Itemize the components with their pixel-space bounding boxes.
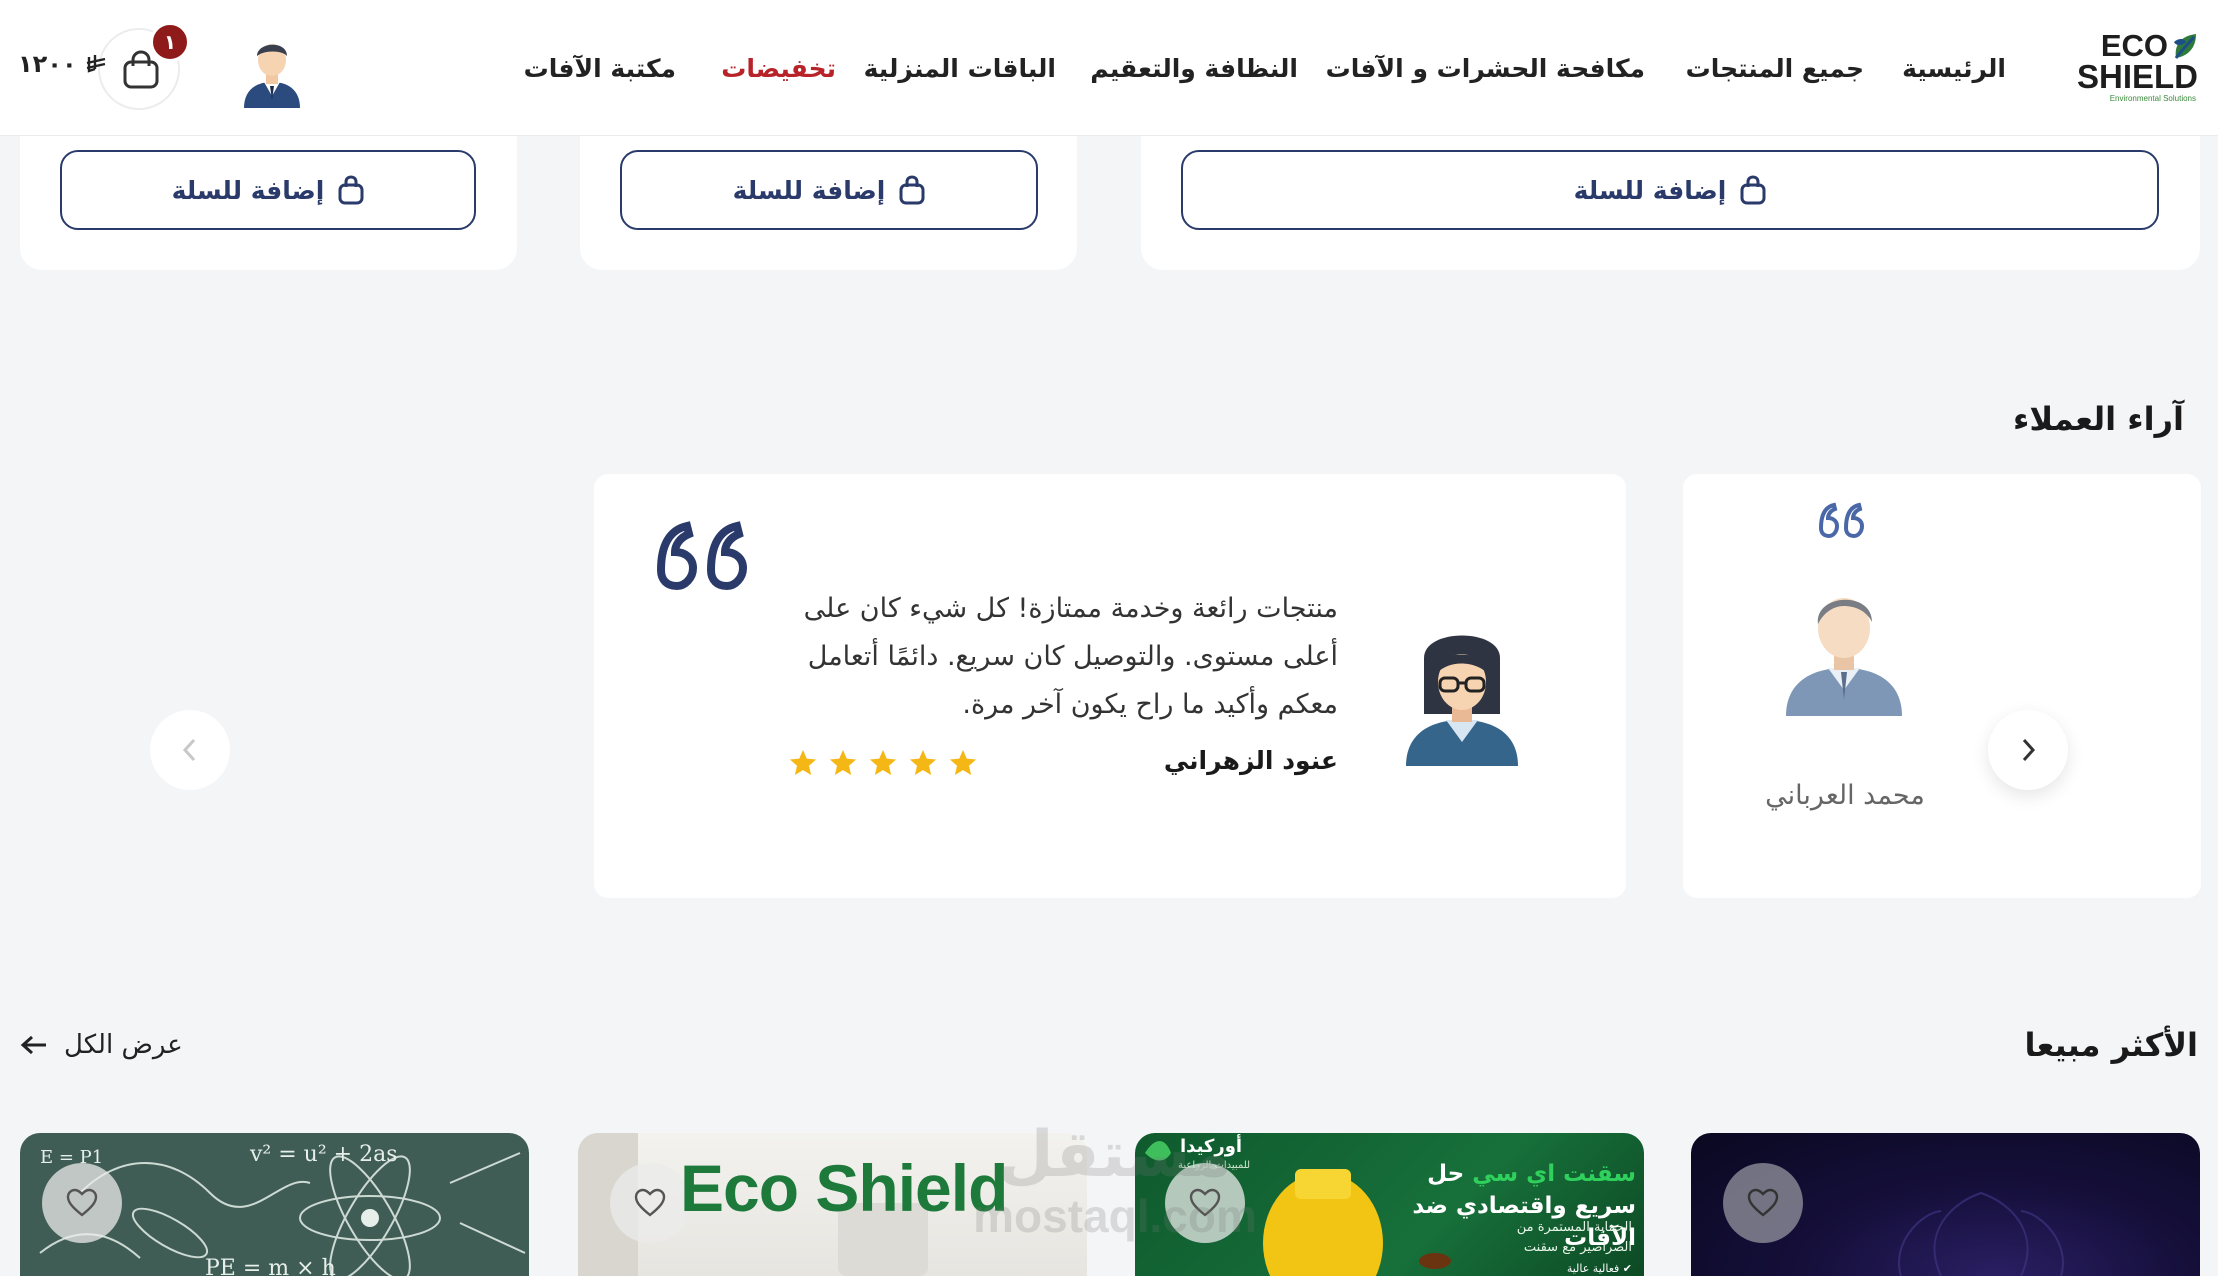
user-avatar-icon[interactable] (240, 34, 304, 108)
nav-home-packages[interactable]: الباقات المنزلية (864, 0, 1056, 136)
ad-title-highlight: سقنت اي سي (1472, 1161, 1636, 1187)
star-icon (869, 749, 897, 775)
add-to-cart-button[interactable]: إضافة للسلة (1181, 150, 2159, 230)
logo-tagline: Environmental Solutions (2109, 94, 2196, 103)
quote-icon (1818, 502, 1865, 538)
eco-shield-banner-text: Eco Shield (680, 1151, 1008, 1225)
heart-icon (1747, 1188, 1779, 1217)
nav-pest-control[interactable]: مكافحة الحشرات و الآفات (1326, 0, 1645, 136)
add-to-cart-button[interactable]: إضافة للسلة (620, 150, 1038, 230)
wishlist-button[interactable] (610, 1163, 690, 1243)
best-sellers-title: الأكثر مبيعا (2024, 1026, 2198, 1064)
cart-count-badge: ١ (150, 22, 190, 62)
bag-icon (899, 175, 925, 205)
chevron-right-icon (2022, 738, 2036, 762)
star-icon (789, 749, 817, 775)
watermark-arabic: مستقل (997, 1118, 1233, 1192)
shopping-bag-icon (123, 50, 159, 89)
watermark-latin: mostaql.com (973, 1190, 1257, 1242)
wishlist-button[interactable] (1723, 1163, 1803, 1243)
ad-tag: ✔ فعالية عالية (1566, 1262, 1632, 1275)
ad-subtitle: الحماية المستمرة من الصراصير مع سقنت (1516, 1220, 1632, 1255)
arrow-left-icon (20, 1035, 46, 1055)
testimonials-title: آراء العملاء (2012, 400, 2184, 438)
side-reviewer-name: محمد العرباني (1765, 780, 1925, 811)
bag-icon (1740, 175, 1766, 205)
view-all-link[interactable]: عرض الكل (20, 1030, 183, 1060)
add-to-cart-label: إضافة للسلة (1573, 175, 1727, 205)
product-card: إضافة للسلة (20, 136, 517, 270)
rating-stars (788, 748, 978, 778)
nav-all-products[interactable]: جميع المنتجات (1686, 0, 1864, 136)
nav-pest-library[interactable]: مكتبة الآفات (524, 0, 676, 136)
add-to-cart-button[interactable]: إضافة للسلة (60, 150, 476, 230)
nav-cleaning[interactable]: النظافة والتعقيم (1090, 0, 1298, 136)
nav-discounts[interactable]: تخفيضات (721, 0, 836, 136)
cart-total: ١٢٠٠ (18, 50, 107, 78)
view-all-label: عرض الكل (64, 1030, 183, 1060)
add-to-cart-label: إضافة للسلة (171, 175, 325, 205)
site-header: ECO SHIELD Environmental Solutions الرئي… (0, 0, 2218, 136)
bag-icon (338, 175, 364, 205)
star-icon (949, 749, 977, 775)
reviewer-name: عنود الزهراني (1163, 746, 1338, 775)
logo[interactable]: ECO SHIELD Environmental Solutions (2058, 30, 2198, 104)
reviewer-avatar (1786, 598, 1902, 716)
carousel-next-button[interactable] (1988, 710, 2068, 790)
leaf-icon (2174, 34, 2196, 59)
star-icon (829, 749, 857, 775)
wishlist-button[interactable] (42, 1163, 122, 1243)
heart-icon (634, 1188, 666, 1217)
product-card: إضافة للسلة (580, 136, 1077, 270)
star-icon (909, 749, 937, 775)
product-image-card[interactable]: v² = u² + 2as PE = m × h E = P1 (20, 1133, 529, 1276)
heart-icon (66, 1188, 98, 1217)
watermark: مستقل mostaql.com (960, 1120, 1270, 1260)
add-to-cart-label: إضافة للسلة (732, 175, 886, 205)
testimonial-card-side (1683, 474, 2201, 898)
reviewer-avatar (1406, 635, 1518, 766)
product-image-card[interactable] (1691, 1133, 2200, 1276)
product-card: إضافة للسلة (1141, 136, 2200, 270)
riyal-icon (86, 55, 106, 73)
cart-total-value: ١٢٠٠ (18, 50, 77, 78)
nav-home[interactable]: الرئيسية (1902, 0, 2006, 136)
logo-text-shield: SHIELD (2076, 58, 2198, 95)
chevron-left-icon (182, 738, 196, 762)
carousel-prev-button[interactable] (150, 710, 230, 790)
formula-text: PE = m × h (205, 1256, 336, 1276)
review-text: منتجات رائعة وخدمة ممتازة! كل شيء كان عل… (803, 593, 1338, 720)
quote-icon (656, 521, 748, 590)
formula-text: v² = u² + 2as (249, 1142, 397, 1167)
